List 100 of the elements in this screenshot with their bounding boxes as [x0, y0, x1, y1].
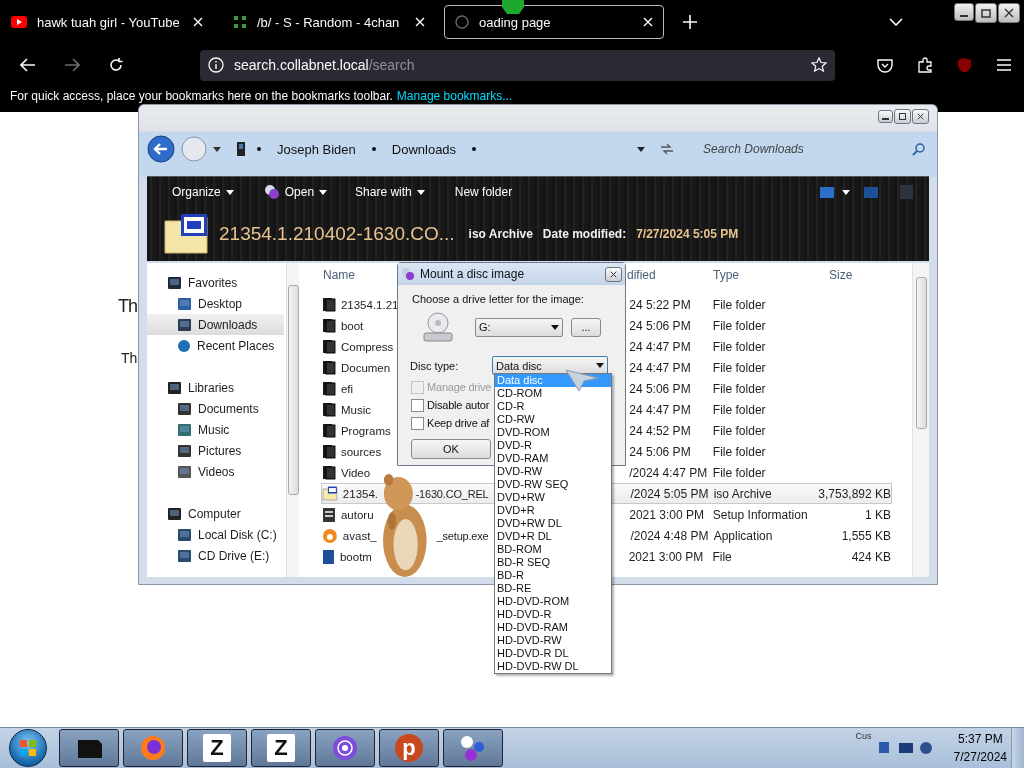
list-option[interactable]: HD-DVD-RW DL: [495, 660, 611, 673]
back-button[interactable]: [147, 135, 175, 163]
nav-item[interactable]: Recent Places: [147, 335, 284, 356]
bookmark-star-icon[interactable]: [811, 57, 827, 73]
chevron-down-icon[interactable]: [888, 16, 904, 28]
nav-item[interactable]: Desktop: [147, 293, 284, 314]
manage-bookmarks-link[interactable]: Manage bookmarks...: [396, 90, 513, 103]
list-option[interactable]: DVD-R: [495, 439, 611, 452]
maximize-button[interactable]: [975, 3, 997, 23]
file-name[interactable]: avast_: [342, 529, 377, 542]
list-option[interactable]: HD-DVD-R: [495, 608, 611, 621]
file-name[interactable]: -1630.CO_REL: [415, 487, 489, 500]
nav-item[interactable]: Local Disk (C:): [147, 524, 284, 545]
list-option[interactable]: DVD+R DL: [495, 530, 611, 543]
taskbar-button[interactable]: [443, 729, 503, 767]
file-name[interactable]: sources: [340, 445, 382, 458]
minimize-button[interactable]: [954, 3, 974, 21]
file-name[interactable]: Documen: [340, 361, 391, 374]
back-arrow-icon[interactable]: [20, 58, 36, 72]
list-option[interactable]: DVD+RW: [495, 491, 611, 504]
view-icon[interactable]: [820, 186, 834, 198]
browser-tab[interactable]: oading page: [444, 5, 664, 39]
start-button[interactable]: [9, 729, 47, 767]
nav-group[interactable]: Favorites: [147, 272, 284, 293]
list-option[interactable]: DVD+R: [495, 504, 611, 517]
tray-clock[interactable]: 5:37 PM 7/27/2024: [953, 730, 1007, 766]
file-name[interactable]: 21354.: [342, 487, 379, 500]
address-field[interactable]: search.collabnet.local/search: [200, 49, 835, 81]
file-name[interactable]: Compress: [340, 340, 394, 353]
minimize-button[interactable]: [878, 110, 893, 123]
nav-item[interactable]: Music: [147, 419, 284, 440]
toolbar-button[interactable]: New folder: [446, 185, 521, 199]
list-option[interactable]: DVD-RW SEQ: [495, 478, 611, 491]
breadcrumb-item[interactable]: Joseph Biden: [271, 141, 362, 157]
file-name[interactable]: Video: [340, 466, 371, 479]
toolbar-button[interactable]: Organize: [164, 185, 242, 199]
toolbar-button[interactable]: Open: [255, 184, 336, 200]
list-option[interactable]: HD-DVD-RAM: [495, 621, 611, 634]
list-option[interactable]: CD-R: [495, 400, 611, 413]
nav-group[interactable]: Computer: [147, 503, 284, 524]
close-button[interactable]: [912, 109, 929, 124]
new-tab-icon[interactable]: [680, 12, 700, 32]
file-name[interactable]: autoru: [340, 508, 374, 521]
file-name[interactable]: boot: [340, 319, 364, 332]
column-header[interactable]: Type: [713, 268, 829, 282]
nav-item[interactable]: CD Drive (E:): [147, 545, 284, 566]
browser-tab[interactable]: /b/ - S - Random - 4chan: [222, 5, 436, 39]
list-option[interactable]: DVD-RAM: [495, 452, 611, 465]
file-name[interactable]: efi: [340, 382, 354, 395]
reload-icon[interactable]: [108, 57, 124, 73]
checkbox[interactable]: [411, 416, 424, 430]
close-button[interactable]: [605, 266, 622, 282]
file-name[interactable]: _setup.exe: [436, 529, 489, 542]
taskbar-button[interactable]: Z: [187, 729, 247, 767]
list-option[interactable]: DVD-RW: [495, 465, 611, 478]
browse-button[interactable]: ...: [571, 317, 601, 337]
file-name[interactable]: Music: [340, 403, 371, 416]
taskbar-button[interactable]: [123, 729, 183, 767]
list-option[interactable]: HD-DVD-ROM: [495, 595, 611, 608]
list-option[interactable]: DVD+RW DL: [495, 517, 611, 530]
list-option[interactable]: BD-R: [495, 569, 611, 582]
nav-item[interactable]: Videos: [147, 461, 284, 482]
drive-select[interactable]: G:: [475, 317, 563, 337]
list-option[interactable]: DVD-ROM: [495, 426, 611, 439]
column-header[interactable]: Size: [829, 268, 889, 282]
ok-button[interactable]: OK: [411, 439, 491, 459]
scrollbar[interactable]: [912, 263, 929, 577]
refresh-icon[interactable]: [659, 143, 675, 155]
list-option[interactable]: BD-ROM: [495, 543, 611, 556]
nav-item[interactable]: Documents: [147, 398, 284, 419]
file-name[interactable]: bootm: [339, 550, 372, 563]
puzzle-piece-icon[interactable]: [917, 57, 933, 73]
list-option[interactable]: CD-RW: [495, 413, 611, 426]
checkbox[interactable]: [411, 398, 424, 412]
toolbar-button[interactable]: Share with: [347, 185, 433, 199]
list-option[interactable]: HD-DVD-RW: [495, 634, 611, 647]
breadcrumb-item[interactable]: Downloads: [385, 141, 463, 157]
nav-item[interactable]: Downloads: [147, 314, 284, 335]
scrollbar[interactable]: [286, 263, 299, 577]
menu-icon[interactable]: [996, 58, 1012, 72]
file-name[interactable]: Programs: [340, 424, 391, 437]
maximize-button[interactable]: [894, 109, 911, 124]
list-option[interactable]: CD-ROM: [495, 387, 611, 400]
taskbar-button[interactable]: p: [379, 729, 439, 767]
close-icon[interactable]: [917, 113, 924, 120]
column-header[interactable]: dified: [627, 268, 713, 282]
taskbar-button[interactable]: [315, 729, 375, 767]
file-name[interactable]: 21354.1.21: [340, 298, 399, 311]
search-field[interactable]: Search Downloads: [691, 137, 929, 161]
taskbar-button[interactable]: [59, 729, 119, 767]
list-option[interactable]: HD-DVD-R DL: [495, 647, 611, 660]
browser-tab[interactable]: hawk tuah girl - YouTube: [0, 5, 214, 39]
taskbar-button[interactable]: Z: [251, 729, 311, 767]
nav-group[interactable]: Libraries: [147, 377, 284, 398]
list-option[interactable]: BD-RE: [495, 582, 611, 595]
close-button[interactable]: [998, 3, 1020, 23]
close-icon[interactable]: [1004, 8, 1014, 18]
pocket-icon[interactable]: [877, 57, 893, 73]
nav-item[interactable]: Pictures: [147, 440, 284, 461]
close-icon[interactable]: [610, 270, 617, 278]
